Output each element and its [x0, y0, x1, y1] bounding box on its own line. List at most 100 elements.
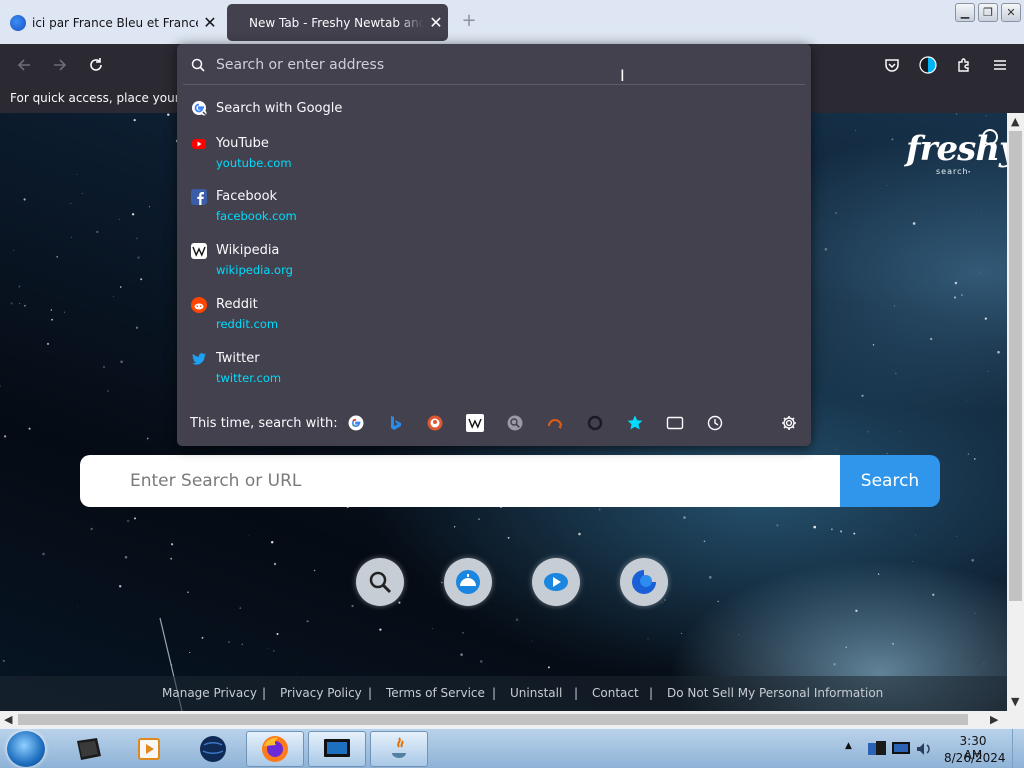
result-search-with-google[interactable]: Search with Google — [183, 96, 805, 124]
taskbar-app-java[interactable] — [370, 731, 428, 767]
result-youtube[interactable]: YouTube youtube.com — [183, 134, 805, 174]
new-tab-button[interactable]: + — [458, 10, 480, 32]
one-off-search-bar: This time, search with: — [177, 404, 811, 442]
star — [974, 612, 976, 614]
star — [313, 569, 316, 572]
star — [578, 532, 581, 536]
footer-link-uninstall[interactable]: Uninstall — [510, 686, 562, 700]
scroll-right-arrow-icon[interactable]: ▶ — [990, 713, 998, 726]
star — [81, 193, 83, 195]
result-reddit[interactable]: Reddit reddit.com — [183, 295, 805, 335]
tab-close-icon[interactable]: ✕ — [198, 14, 222, 31]
tab-close-icon[interactable]: ✕ — [424, 14, 448, 31]
star — [441, 581, 443, 584]
footer-link-do-not-sell[interactable]: Do Not Sell My Personal Information — [667, 686, 883, 700]
search-engine-icon[interactable] — [506, 414, 524, 432]
result-twitter[interactable]: Twitter twitter.com — [183, 349, 805, 389]
firefox-icon — [262, 736, 288, 762]
minimize-button[interactable]: ▁ — [955, 3, 975, 22]
tab-new-tab[interactable]: New Tab - Freshy Newtab and S ✕ — [227, 4, 448, 41]
star — [886, 184, 888, 186]
tab-france-bleu[interactable]: ici par France Bleu et France 3 - ✕ — [2, 4, 222, 41]
quick-link-edge[interactable] — [620, 558, 668, 606]
scroll-down-arrow-icon[interactable]: ▼ — [1011, 695, 1019, 708]
star — [708, 576, 712, 579]
pocket-button[interactable] — [880, 53, 904, 77]
result-title: Facebook — [216, 189, 278, 204]
window-close-button[interactable]: ✕ — [1001, 3, 1021, 22]
star — [915, 534, 917, 536]
vertical-scrollbar[interactable]: ▲ ▼ — [1007, 113, 1024, 711]
vertical-scroll-thumb[interactable] — [1009, 131, 1022, 601]
star — [0, 385, 1, 387]
wikipedia-icon[interactable] — [466, 414, 484, 432]
page-search-input[interactable] — [130, 455, 820, 507]
star — [28, 427, 31, 430]
star — [50, 309, 52, 311]
footer-link-manage-privacy[interactable]: Manage Privacy — [162, 686, 257, 700]
maximize-button[interactable]: ❐ — [978, 3, 998, 22]
star — [23, 198, 26, 201]
start-button[interactable] — [7, 731, 45, 767]
footer-link-privacy-policy[interactable]: Privacy Policy — [280, 686, 362, 700]
footer-link-contact[interactable]: Contact — [592, 686, 639, 700]
tabs-icon[interactable] — [666, 414, 684, 432]
footer-separator: | — [368, 686, 373, 700]
address-input[interactable] — [216, 53, 776, 77]
tray-overflow-arrow-icon[interactable]: ▲ — [845, 741, 852, 751]
display-icon[interactable] — [890, 738, 912, 760]
network-icon[interactable] — [866, 738, 888, 760]
ebay-like-icon[interactable] — [546, 414, 564, 432]
star — [18, 285, 21, 288]
settings-gear-icon[interactable] — [780, 414, 798, 432]
star — [306, 620, 309, 623]
taskbar-app-media[interactable] — [60, 731, 118, 767]
show-desktop-button[interactable] — [1012, 729, 1024, 768]
youtube-icon — [191, 136, 207, 152]
star — [273, 650, 275, 652]
scroll-up-arrow-icon[interactable]: ▲ — [1011, 115, 1019, 128]
app-menu-button[interactable] — [988, 53, 1012, 77]
result-facebook[interactable]: Facebook facebook.com — [183, 187, 805, 227]
horizontal-scroll-thumb[interactable] — [18, 714, 968, 725]
taskbar-app-firefox[interactable] — [246, 731, 304, 767]
footer-link-terms[interactable]: Terms of Service — [386, 686, 485, 700]
back-button[interactable] — [12, 53, 36, 77]
star — [148, 206, 151, 208]
bookmarks-icon[interactable] — [626, 414, 644, 432]
account-button[interactable] — [916, 53, 940, 77]
quick-link-video[interactable] — [532, 558, 580, 606]
extensions-button[interactable] — [952, 53, 976, 77]
star — [861, 394, 864, 397]
quick-link-weather[interactable] — [444, 558, 492, 606]
result-wikipedia[interactable]: Wikipedia wikipedia.org — [183, 241, 805, 281]
result-url: youtube.com — [216, 156, 292, 170]
clock-date[interactable]: 8/26/2024 — [944, 751, 1006, 765]
star — [892, 643, 894, 645]
urlbar[interactable]: I — [183, 48, 805, 84]
bing-icon[interactable] — [387, 414, 405, 432]
reload-button[interactable] — [84, 53, 108, 77]
taskbar-app-monitor[interactable] — [308, 731, 366, 767]
forward-button[interactable] — [48, 53, 72, 77]
taskbar-app-globe[interactable] — [184, 731, 242, 767]
footer-separator: | — [574, 686, 579, 700]
star — [379, 628, 382, 631]
star — [270, 541, 274, 544]
quick-link-search[interactable] — [356, 558, 404, 606]
freshy-logo[interactable]: freshy search — [906, 129, 1007, 181]
google-icon — [191, 100, 207, 116]
history-icon[interactable] — [706, 414, 724, 432]
volume-icon[interactable] — [914, 739, 934, 759]
duckduckgo-icon[interactable] — [426, 414, 444, 432]
freshy-logo-subtext: search — [936, 167, 969, 176]
page-search-button[interactable]: Search — [840, 455, 940, 507]
scroll-left-arrow-icon[interactable]: ◀ — [4, 713, 12, 726]
globe-icon — [200, 736, 226, 762]
star — [170, 543, 174, 546]
google-icon[interactable] — [347, 414, 365, 432]
star — [980, 212, 982, 213]
taskbar-app-player[interactable] — [120, 731, 178, 767]
qwant-icon[interactable] — [586, 414, 604, 432]
horizontal-scrollbar[interactable]: ◀ ▶ — [0, 711, 1007, 728]
